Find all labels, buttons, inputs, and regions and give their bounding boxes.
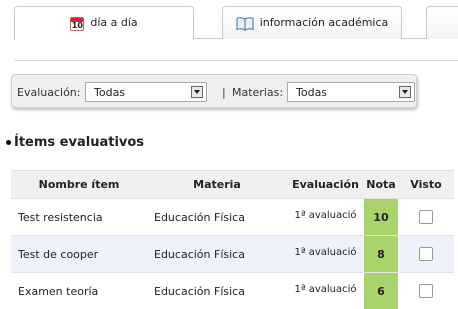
calendar-icon-number: 10 bbox=[71, 21, 83, 30]
book-icon bbox=[236, 17, 254, 31]
evaluacion-select-value: Todas bbox=[94, 86, 126, 99]
chevron-down-icon[interactable] bbox=[191, 86, 203, 98]
visto-checkbox[interactable] bbox=[419, 247, 433, 261]
cell-nota: 6 bbox=[364, 272, 398, 309]
cell-evaluacion: 1ª avaluació bbox=[287, 235, 364, 273]
cell-nota: 10 bbox=[364, 198, 398, 236]
cell-nombre: Examen teoría bbox=[11, 272, 147, 309]
table-row: Test de cooper Educación Física 1ª avalu… bbox=[11, 235, 454, 273]
filter-separator: | bbox=[222, 86, 226, 99]
chevron-down-icon[interactable] bbox=[399, 86, 411, 98]
header-nota[interactable]: Nota bbox=[364, 170, 398, 199]
header-nombre-item[interactable]: Nombre ítem bbox=[11, 170, 147, 199]
cell-visto bbox=[398, 235, 454, 273]
cell-evaluacion: 1ª avaluació bbox=[287, 198, 364, 236]
cell-visto bbox=[398, 272, 454, 309]
cell-materia: Educación Física bbox=[147, 198, 287, 236]
filters-panel: Evaluación: Todas | Materias: Todas bbox=[11, 74, 417, 108]
tab-bar: 10 día a día información académica bbox=[0, 0, 458, 40]
cell-evaluacion: 1ª avaluació bbox=[287, 272, 364, 309]
cell-visto bbox=[398, 198, 454, 236]
materias-select[interactable]: Todas bbox=[287, 82, 415, 102]
evaluacion-label: Evaluación: bbox=[17, 86, 81, 99]
tab-overflow-edge bbox=[426, 6, 458, 39]
table-header-row: Nombre ítem Materia Evaluación Nota Vist… bbox=[11, 170, 454, 199]
tab-informacion-academica[interactable]: información académica bbox=[222, 6, 402, 39]
cell-nombre: Test de cooper bbox=[11, 235, 147, 273]
cell-materia: Educación Física bbox=[147, 235, 287, 273]
section-title: Ítems evaluativos bbox=[6, 135, 144, 150]
items-table: Nombre ítem Materia Evaluación Nota Vist… bbox=[11, 170, 454, 309]
header-evaluacion[interactable]: Evaluación bbox=[287, 170, 364, 199]
header-visto[interactable]: Visto bbox=[398, 170, 454, 199]
visto-checkbox[interactable] bbox=[419, 210, 433, 224]
materias-label: Materias: bbox=[232, 86, 284, 99]
bullet-icon bbox=[6, 140, 11, 145]
visto-checkbox[interactable] bbox=[419, 284, 433, 298]
section-title-text: Ítems evaluativos bbox=[14, 135, 145, 150]
tab-informacion-academica-label: información académica bbox=[259, 16, 389, 29]
cell-materia: Educación Física bbox=[147, 272, 287, 309]
cell-nota: 8 bbox=[364, 235, 398, 273]
table-row: Examen teoría Educación Física 1ª avalua… bbox=[11, 272, 454, 309]
calendar-icon: 10 bbox=[70, 17, 85, 31]
header-materia[interactable]: Materia bbox=[147, 170, 287, 199]
cell-nombre: Test resistencia bbox=[11, 198, 147, 236]
tab-dia-a-dia-label: día a día bbox=[90, 16, 138, 29]
evaluacion-select[interactable]: Todas bbox=[85, 82, 207, 102]
tab-dia-a-dia[interactable]: 10 día a día bbox=[14, 6, 194, 40]
table-row: Test resistencia Educación Física 1ª ava… bbox=[11, 198, 454, 236]
divider bbox=[14, 60, 458, 61]
materias-select-value: Todas bbox=[296, 86, 328, 99]
